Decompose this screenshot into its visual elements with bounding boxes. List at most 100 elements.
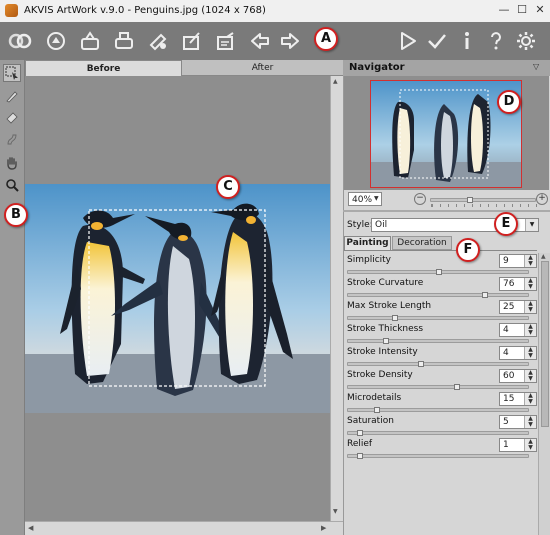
penguins-image: [25, 184, 330, 413]
apply-icon[interactable]: [425, 29, 449, 53]
style-dropdown-icon[interactable]: ▼: [525, 219, 538, 231]
print-icon[interactable]: [112, 29, 136, 53]
settings-scroll-thumb[interactable]: [541, 261, 549, 427]
param-slider[interactable]: [347, 269, 529, 275]
spin-arrows-icon[interactable]: ▲ ▼: [524, 416, 536, 428]
settings-icon[interactable]: [514, 29, 538, 53]
share-icon[interactable]: [146, 29, 170, 53]
param-spinbox[interactable]: 1 ▲ ▼: [499, 438, 537, 452]
scroll-down-icon[interactable]: ▼: [333, 508, 338, 515]
tab-decoration[interactable]: Decoration: [392, 236, 452, 250]
smudge-tool-icon[interactable]: [3, 130, 21, 148]
param-spinbox[interactable]: 15 ▲ ▼: [499, 392, 537, 406]
info-icon[interactable]: [455, 29, 479, 53]
callout-c: C: [216, 175, 240, 199]
navigator-preview[interactable]: [344, 76, 549, 190]
canvas-horizontal-scrollbar[interactable]: ◀ ▶: [25, 521, 343, 535]
spin-arrows-icon[interactable]: ▲ ▼: [524, 255, 536, 267]
param-label: Stroke Thickness: [347, 324, 424, 334]
tab-painting[interactable]: Painting: [344, 236, 391, 250]
collapse-icon[interactable]: ▽: [533, 62, 539, 71]
param-slider-thumb[interactable]: [436, 269, 442, 275]
param-slider-thumb[interactable]: [383, 338, 389, 344]
param-slider[interactable]: [347, 338, 529, 344]
spin-arrows-icon[interactable]: ▲ ▼: [524, 301, 536, 313]
tab-after[interactable]: After: [182, 60, 343, 76]
spin-arrows-icon[interactable]: ▲ ▼: [524, 278, 536, 290]
param-row: Stroke Density 60 ▲ ▼: [344, 368, 537, 391]
param-row: Microdetails 15 ▲ ▼: [344, 391, 537, 414]
spin-arrows-icon[interactable]: ▲ ▼: [524, 347, 536, 359]
param-slider-thumb[interactable]: [482, 292, 488, 298]
hand-tool-icon[interactable]: [3, 154, 21, 172]
param-row: Stroke Intensity 4 ▲ ▼: [344, 345, 537, 368]
maximize-button[interactable]: ☐: [514, 2, 530, 18]
batch-icon[interactable]: [180, 29, 204, 53]
tab-before[interactable]: Before: [25, 60, 182, 76]
param-slider[interactable]: [347, 361, 529, 367]
param-slider[interactable]: [347, 407, 529, 413]
scroll-up-icon[interactable]: ▲: [333, 78, 338, 85]
tab-underline: [344, 250, 537, 251]
selection-tool-icon[interactable]: [3, 64, 21, 82]
run-icon[interactable]: [396, 29, 420, 53]
param-slider-thumb[interactable]: [418, 361, 424, 367]
presets-icon[interactable]: [214, 29, 238, 53]
param-spinbox[interactable]: 9 ▲ ▼: [499, 254, 537, 268]
back-arrow-icon[interactable]: [248, 29, 272, 53]
parameter-list: Simplicity 9 ▲ ▼ Stroke Curvature 76 ▲ ▼ Max Str…: [344, 253, 537, 465]
param-spinbox[interactable]: 76 ▲ ▼: [499, 277, 537, 291]
param-slider-thumb[interactable]: [454, 384, 460, 390]
param-value: 5: [503, 417, 509, 427]
param-label: Simplicity: [347, 255, 391, 265]
spin-arrows-icon[interactable]: ▲ ▼: [524, 439, 536, 451]
minimize-button[interactable]: —: [496, 2, 512, 18]
param-slider[interactable]: [347, 292, 529, 298]
navigator-title: Navigator: [349, 62, 405, 73]
param-slider[interactable]: [347, 453, 529, 459]
spin-arrows-icon[interactable]: ▲ ▼: [524, 393, 536, 405]
callout-d: D: [497, 90, 521, 114]
param-spinbox[interactable]: 25 ▲ ▼: [499, 300, 537, 314]
eraser-tool-icon[interactable]: [3, 108, 21, 126]
panel-divider: [343, 210, 550, 212]
param-value: 4: [503, 325, 509, 335]
scroll-right-icon[interactable]: ▶: [321, 524, 326, 532]
param-slider[interactable]: [347, 315, 529, 321]
scroll-left-icon[interactable]: ◀: [28, 524, 33, 532]
help-icon[interactable]: [484, 29, 508, 53]
param-spinbox[interactable]: 4 ▲ ▼: [499, 346, 537, 360]
zoom-out-icon[interactable]: −: [414, 193, 426, 205]
settings-scrollbar[interactable]: ▲: [538, 253, 550, 535]
param-spinbox[interactable]: 60 ▲ ▼: [499, 369, 537, 383]
tool-panel: [0, 60, 25, 535]
param-value: 76: [503, 279, 515, 289]
settings-scroll-up-icon[interactable]: ▲: [541, 253, 546, 260]
callout-f: F: [456, 238, 480, 262]
zoom-in-icon[interactable]: +: [536, 193, 548, 205]
zoom-slider-thumb[interactable]: [467, 197, 473, 203]
param-slider-thumb[interactable]: [357, 430, 363, 436]
brush-tool-icon[interactable]: [3, 87, 21, 105]
param-spinbox[interactable]: 4 ▲ ▼: [499, 323, 537, 337]
param-slider[interactable]: [347, 430, 529, 436]
open-image-icon[interactable]: [8, 29, 32, 53]
zoom-dropdown-icon[interactable]: ▼: [374, 195, 379, 202]
param-slider-thumb[interactable]: [392, 315, 398, 321]
param-slider-thumb[interactable]: [357, 453, 363, 459]
param-slider-thumb[interactable]: [374, 407, 380, 413]
save-icon[interactable]: [78, 29, 102, 53]
spin-arrows-icon[interactable]: ▲ ▼: [524, 370, 536, 382]
zoom-tool-icon[interactable]: [3, 176, 21, 194]
param-slider[interactable]: [347, 384, 529, 390]
param-label: Saturation: [347, 416, 394, 426]
zoom-slider[interactable]: [430, 197, 538, 207]
param-spinbox[interactable]: 5 ▲ ▼: [499, 415, 537, 429]
spin-arrows-icon[interactable]: ▲ ▼: [524, 324, 536, 336]
image-canvas[interactable]: [25, 76, 343, 521]
canvas-vertical-scrollbar[interactable]: ▲ ▼: [330, 76, 343, 521]
param-value: 15: [503, 394, 515, 404]
open-file-icon[interactable]: [44, 29, 68, 53]
forward-arrow-icon[interactable]: [278, 29, 302, 53]
close-button[interactable]: ✕: [532, 2, 548, 18]
